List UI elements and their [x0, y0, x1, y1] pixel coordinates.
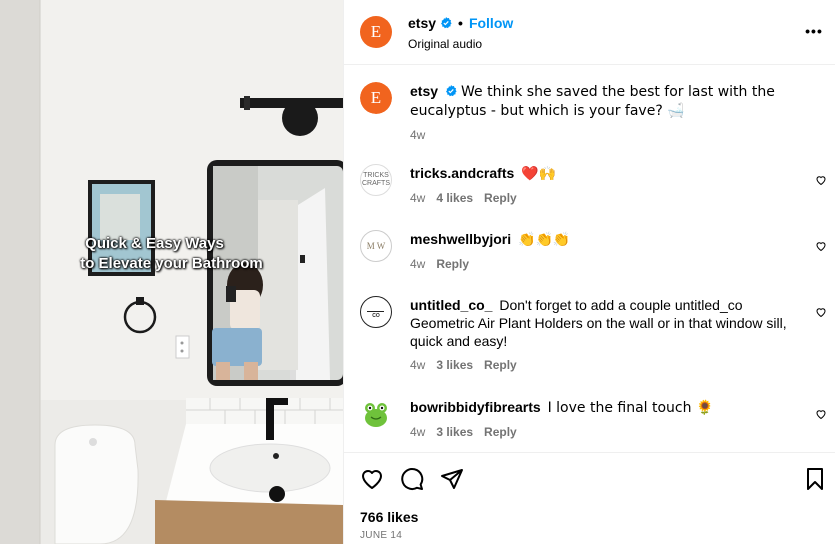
- like-comment-heart-icon[interactable]: [815, 408, 827, 420]
- video-overlay-line1: Quick & Easy Ways: [85, 235, 224, 252]
- reply-button[interactable]: Reply: [484, 425, 517, 439]
- comment-username[interactable]: bowribbidyfibrearts: [410, 399, 541, 415]
- reply-button[interactable]: Reply: [484, 191, 517, 205]
- comment-username[interactable]: tricks.andcrafts: [410, 165, 514, 181]
- comment-time: 4w: [410, 257, 426, 271]
- comment-username[interactable]: meshwellbyjori: [410, 231, 511, 247]
- reply-button[interactable]: Reply: [436, 257, 469, 271]
- untitledco-avatar[interactable]: CO: [360, 296, 392, 328]
- like-heart-icon[interactable]: [360, 467, 384, 491]
- caption-avatar[interactable]: E: [360, 82, 392, 114]
- comment-likes[interactable]: 3 likes: [436, 425, 473, 439]
- like-comment-heart-icon[interactable]: [815, 174, 827, 186]
- like-comment-heart-icon[interactable]: [815, 306, 827, 318]
- comment-time: 4w: [410, 425, 426, 439]
- caption-time: 4w: [410, 128, 426, 142]
- comment-bubble-icon[interactable]: [400, 467, 424, 491]
- comments-list[interactable]: E etsy We think she saved the best for la…: [344, 66, 835, 452]
- reply-button[interactable]: Reply: [484, 358, 517, 372]
- header-username[interactable]: etsy: [408, 15, 436, 31]
- more-options-icon[interactable]: •••: [805, 22, 823, 40]
- comment-row: CO untitled_co_ Don't forget to add a co…: [360, 296, 835, 372]
- comment-text: 👏👏👏: [518, 232, 571, 248]
- comment-likes[interactable]: 3 likes: [436, 358, 473, 372]
- tricksandcrafts-avatar[interactable]: TRICKS CRAFTS: [360, 164, 392, 196]
- caption-username[interactable]: etsy: [410, 83, 438, 99]
- comment-time: 4w: [410, 358, 426, 372]
- comment-time: 4w: [410, 191, 426, 205]
- comment-text: ❤️🙌: [521, 166, 557, 182]
- bowribbidy-frog-avatar[interactable]: [360, 398, 392, 430]
- original-audio-link[interactable]: Original audio: [408, 37, 513, 51]
- separator-dot: •: [458, 14, 463, 31]
- caption-text: We think she saved the best for last wit…: [410, 84, 775, 119]
- post-header: E etsy • Follow Original audio •••: [344, 0, 835, 65]
- verified-badge-icon: [446, 85, 457, 97]
- frog-icon: [365, 403, 387, 427]
- post-actions: 766 likes JUNE 14: [344, 452, 835, 544]
- follow-button[interactable]: Follow: [469, 15, 513, 31]
- meshwellbyjori-avatar[interactable]: M W: [360, 230, 392, 262]
- save-bookmark-icon[interactable]: [803, 467, 827, 491]
- comment-likes[interactable]: 4 likes: [436, 191, 473, 205]
- comment-username[interactable]: untitled_co_: [410, 297, 492, 313]
- video-overlay-line2: to Elevate your Bathroom: [80, 255, 263, 272]
- post-date[interactable]: JUNE 14: [360, 530, 402, 541]
- share-paper-plane-icon[interactable]: [440, 467, 464, 491]
- verified-badge-icon: [441, 16, 452, 28]
- post-media[interactable]: Quick & Easy Ways to Elevate your Bathro…: [0, 0, 343, 544]
- comment-row: TRICKS CRAFTS tricks.andcrafts ❤️🙌 4w 4 l…: [360, 164, 835, 205]
- likes-count[interactable]: 766 likes: [360, 509, 418, 525]
- comment-row: bowribbidyfibrearts I love the final tou…: [360, 398, 835, 439]
- like-comment-heart-icon[interactable]: [815, 240, 827, 252]
- comment-row: M W meshwellbyjori 👏👏👏 4w Reply: [360, 230, 835, 271]
- caption-row: E etsy We think she saved the best for la…: [360, 82, 835, 142]
- post-details-panel: E etsy • Follow Original audio ••• E ets…: [343, 0, 835, 544]
- etsy-avatar[interactable]: E: [360, 16, 392, 48]
- comment-text: I love the final touch 🌻: [547, 400, 714, 416]
